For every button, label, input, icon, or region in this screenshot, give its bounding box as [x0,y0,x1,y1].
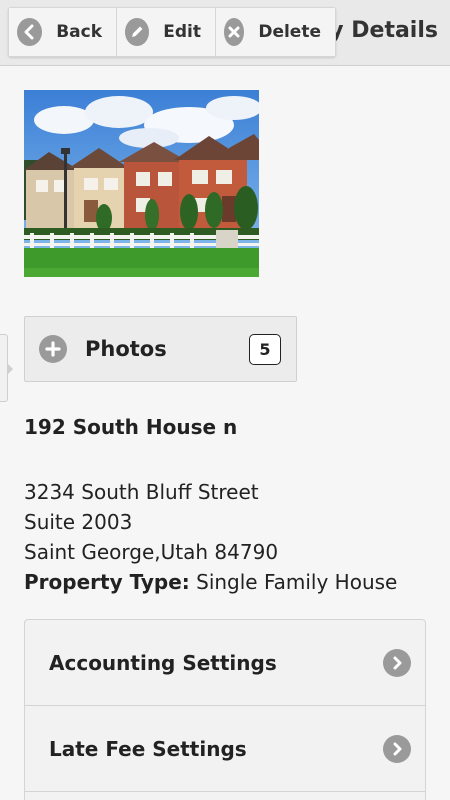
header-bar: Property Details Back Edit Delete [0,0,450,66]
toolbar: Back Edit Delete [8,7,336,57]
plus-icon [39,335,67,363]
property-address: 3234 South Bluff Street Suite 2003 Saint… [24,477,397,597]
back-button[interactable]: Back [9,8,117,56]
photos-count-badge: 5 [249,334,281,365]
x-icon [224,18,245,46]
late-fee-settings-item[interactable]: Late Fee Settings [25,706,425,792]
address-line1: 3234 South Bluff Street [24,480,259,504]
property-photo[interactable] [24,90,259,277]
property-name: 192 South House n [24,415,238,439]
delete-button[interactable]: Delete [216,8,335,56]
photos-label: Photos [85,337,167,361]
edit-button[interactable]: Edit [117,8,216,56]
settings-list: Accounting Settings Late Fee Settings [24,619,426,800]
late-fee-settings-label: Late Fee Settings [49,736,247,761]
address-city-state-zip: Saint George,Utah 84790 [24,540,279,564]
edit-button-label: Edit [163,22,201,42]
delete-button-label: Delete [258,22,321,42]
property-type-row: Property Type: Single Family House [24,567,397,597]
pencil-icon [125,18,150,46]
photos-button[interactable]: Photos 5 [24,316,297,382]
chevron-right-icon [383,735,411,763]
accounting-settings-label: Accounting Settings [49,650,277,675]
address-line2: Suite 2003 [24,510,133,534]
chevron-right-icon [383,649,411,677]
property-type-value: Single Family House [196,570,398,594]
accounting-settings-item[interactable]: Accounting Settings [25,620,425,706]
property-type-label: Property Type: [24,570,190,594]
arrow-left-icon [17,18,43,46]
side-panel-handle[interactable] [0,334,13,402]
back-button-label: Back [56,22,102,42]
